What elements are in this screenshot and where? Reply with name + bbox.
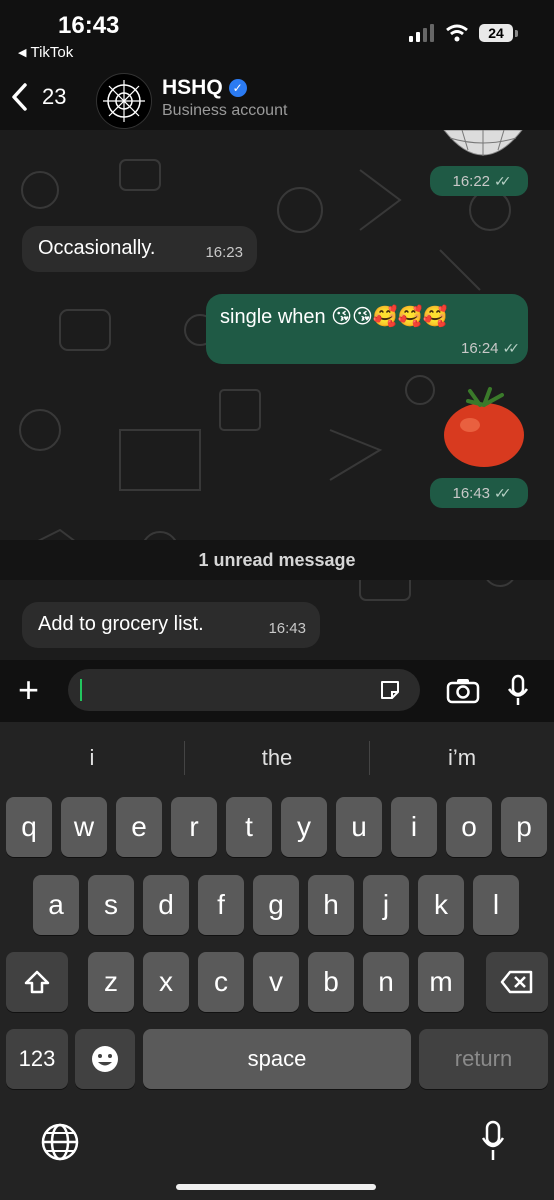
read-receipt-icon: ✓✓ [494,172,512,189]
unread-label: 1 unread message [198,549,356,570]
message-input[interactable] [68,669,420,711]
backspace-icon [500,970,533,994]
return-key[interactable]: return [419,1029,548,1089]
key-e[interactable]: e [116,797,162,857]
shift-key[interactable] [6,952,68,1012]
key-q[interactable]: q [6,797,52,857]
tomato-sticker[interactable] [440,385,530,471]
key-g[interactable]: g [253,875,299,935]
unread-chats-count: 23 [42,84,67,109]
back-app-label: TikTok [30,44,74,61]
key-x[interactable]: x [143,952,189,1012]
message-time: 16:24 [460,340,499,357]
message-bubble-in[interactable]: Occasionally. 16:23 [22,226,257,272]
key-n[interactable]: n [363,952,409,1012]
message-text: Occasionally. [38,237,156,259]
key-t[interactable]: t [226,797,272,857]
chat-header: 23 HSHQ ✓ Business account [0,70,554,130]
status-icons: 24 [409,24,518,42]
message-time: 16:43 [268,620,306,637]
emoji-key[interactable] [75,1029,135,1089]
suggestion-1[interactable]: i [0,745,184,771]
home-indicator[interactable] [176,1184,376,1190]
globe-icon[interactable] [40,1122,80,1162]
suggestion-3[interactable]: i’m [370,745,554,771]
logo-icon [103,80,145,122]
message-text: single when 😘😘🥰🥰🥰 [220,306,448,328]
status-bar: 16:43 ◀ TikTok 24 [0,0,554,70]
back-triangle-icon: ◀ [18,47,27,59]
clock: 16:43 [58,12,120,39]
attach-plus-icon[interactable]: + [18,670,39,710]
camera-icon[interactable] [446,678,480,704]
key-d[interactable]: d [143,875,189,935]
message-bubble-out[interactable]: 16:43 ✓✓ [430,478,528,508]
key-y[interactable]: y [281,797,327,857]
key-p[interactable]: p [501,797,547,857]
key-l[interactable]: l [473,875,519,935]
avatar[interactable] [96,73,152,129]
key-b[interactable]: b [308,952,354,1012]
unread-divider: 1 unread message [0,540,554,580]
battery-icon: 24 [479,24,518,42]
contact-subtitle: Business account [162,102,288,119]
message-time: 16:22 [452,172,491,190]
key-u[interactable]: u [336,797,382,857]
chat-area[interactable]: 16:22 ✓✓ Occasionally. 16:23 single when… [0,130,554,660]
chevron-left-icon [12,83,27,111]
key-w[interactable]: w [61,797,107,857]
message-time: 16:23 [205,244,243,261]
read-receipt-icon: ✓✓ [494,484,512,501]
microphone-icon[interactable] [506,674,530,708]
sticker-icon[interactable] [378,678,402,702]
message-time: 16:43 [452,484,491,502]
keyboard: i the i’m q w e r t y u i o p a s d f g … [0,722,554,1200]
space-key[interactable]: space [143,1029,411,1089]
back-button[interactable]: 23 [10,82,66,112]
key-z[interactable]: z [88,952,134,1012]
message-bubble-out[interactable]: 16:22 ✓✓ [430,166,528,196]
message-text: Add to grocery list. [38,613,204,635]
contact-name-row[interactable]: HSHQ ✓ [162,76,247,100]
key-r[interactable]: r [171,797,217,857]
sticker-image[interactable] [442,130,524,160]
emoji-icon [92,1046,118,1072]
key-o[interactable]: o [446,797,492,857]
backspace-key[interactable] [486,952,548,1012]
key-h[interactable]: h [308,875,354,935]
back-to-app-link[interactable]: ◀ TikTok [18,44,73,61]
key-i[interactable]: i [391,797,437,857]
message-bubble-in[interactable]: Add to grocery list. 16:43 [22,602,320,648]
key-f[interactable]: f [198,875,244,935]
signal-icon [409,24,434,42]
verified-badge-icon: ✓ [228,79,247,97]
predictive-bar: i the i’m [0,722,554,794]
key-v[interactable]: v [253,952,299,1012]
dictation-mic-icon[interactable] [480,1120,506,1162]
read-receipt-icon: ✓✓ [502,340,521,356]
suggestion-2[interactable]: the [185,745,369,771]
key-c[interactable]: c [198,952,244,1012]
contact-name: HSHQ [162,76,223,99]
key-j[interactable]: j [363,875,409,935]
key-m[interactable]: m [418,952,464,1012]
text-cursor [80,679,82,701]
shift-icon [24,970,50,994]
key-k[interactable]: k [418,875,464,935]
wifi-icon [446,24,468,42]
key-s[interactable]: s [88,875,134,935]
key-a[interactable]: a [33,875,79,935]
tomato-icon [444,387,524,467]
numbers-key[interactable]: 123 [6,1029,68,1089]
composer-bar: + [0,660,554,722]
battery-level: 24 [479,24,513,42]
message-bubble-out[interactable]: single when 😘😘🥰🥰🥰 16:24 ✓✓ [206,294,528,364]
